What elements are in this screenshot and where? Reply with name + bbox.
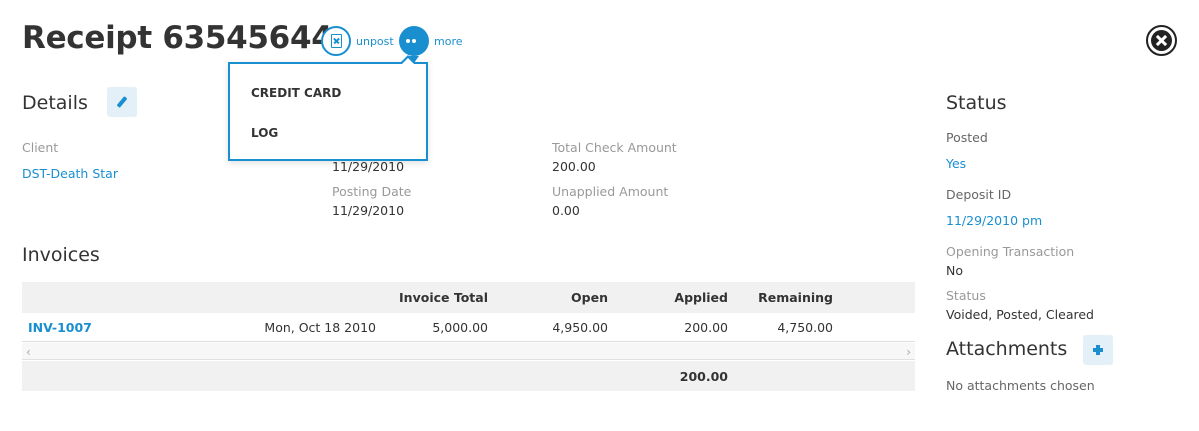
invoices-table-footer: 200.00 bbox=[22, 361, 915, 391]
more-link[interactable]: more bbox=[434, 35, 463, 48]
status-label: Status bbox=[946, 288, 986, 303]
column-header-applied[interactable]: Applied bbox=[674, 290, 728, 305]
close-icon[interactable] bbox=[1146, 25, 1177, 56]
invoice-date: Mon, Oct 18 2010 bbox=[264, 320, 376, 335]
footer-applied-total: 200.00 bbox=[679, 369, 728, 384]
posting-date-label: Posting Date bbox=[332, 184, 412, 199]
more-menu: CREDIT CARD LOG bbox=[228, 55, 428, 161]
receipt-date-value: 11/29/2010 bbox=[332, 159, 405, 174]
attachments-empty-text: No attachments chosen bbox=[946, 378, 1095, 393]
details-heading: Details bbox=[22, 92, 88, 114]
invoice-remaining: 4,750.00 bbox=[777, 320, 833, 335]
add-attachment-button[interactable] bbox=[1083, 335, 1113, 365]
invoice-total: 5,000.00 bbox=[432, 320, 488, 335]
unpost-link[interactable]: unpost bbox=[356, 35, 394, 48]
client-label: Client bbox=[22, 140, 59, 155]
total-check-value: 200.00 bbox=[552, 159, 596, 174]
unpost-icon[interactable] bbox=[321, 26, 351, 56]
invoice-link[interactable]: INV-1007 bbox=[28, 320, 92, 335]
unapplied-label: Unapplied Amount bbox=[552, 184, 669, 199]
edit-details-button[interactable] bbox=[107, 87, 137, 117]
pencil-icon bbox=[116, 96, 128, 108]
page-title: Receipt 63545644 bbox=[22, 20, 333, 56]
invoices-table-header: Invoice Total Open Applied Remaining bbox=[22, 282, 915, 313]
table-scrollbar[interactable]: ‹ › bbox=[22, 343, 915, 360]
ellipsis-icon[interactable] bbox=[399, 26, 429, 63]
deposit-id-label: Deposit ID bbox=[946, 187, 1012, 202]
opening-transaction-value: No bbox=[946, 263, 963, 278]
posting-date-value: 11/29/2010 bbox=[332, 203, 405, 218]
posted-value[interactable]: Yes bbox=[946, 156, 966, 171]
total-check-label: Total Check Amount bbox=[552, 140, 677, 155]
table-row: INV-1007 Mon, Oct 18 2010 5,000.00 4,950… bbox=[22, 313, 915, 342]
chevron-right-icon[interactable]: › bbox=[906, 345, 911, 359]
client-link[interactable]: DST-Death Star bbox=[22, 166, 118, 181]
attachments-heading: Attachments bbox=[946, 338, 1068, 360]
column-header-remaining[interactable]: Remaining bbox=[758, 290, 833, 305]
deposit-id-value[interactable]: 11/29/2010 pm bbox=[946, 213, 1042, 228]
menu-item-credit-card[interactable]: CREDIT CARD bbox=[251, 86, 341, 100]
invoice-open: 4,950.00 bbox=[552, 320, 608, 335]
invoices-heading: Invoices bbox=[22, 244, 100, 266]
status-heading: Status bbox=[946, 92, 1007, 114]
unapplied-value: 0.00 bbox=[552, 203, 580, 218]
menu-item-log[interactable]: LOG bbox=[251, 126, 278, 140]
status-value: Voided, Posted, Cleared bbox=[946, 307, 1094, 322]
opening-transaction-label: Opening Transaction bbox=[946, 244, 1075, 259]
invoice-applied: 200.00 bbox=[684, 320, 728, 335]
column-header-invoice-total[interactable]: Invoice Total bbox=[399, 290, 488, 305]
chevron-left-icon[interactable]: ‹ bbox=[26, 345, 31, 359]
column-header-open[interactable]: Open bbox=[571, 290, 608, 305]
posted-label: Posted bbox=[946, 130, 988, 145]
